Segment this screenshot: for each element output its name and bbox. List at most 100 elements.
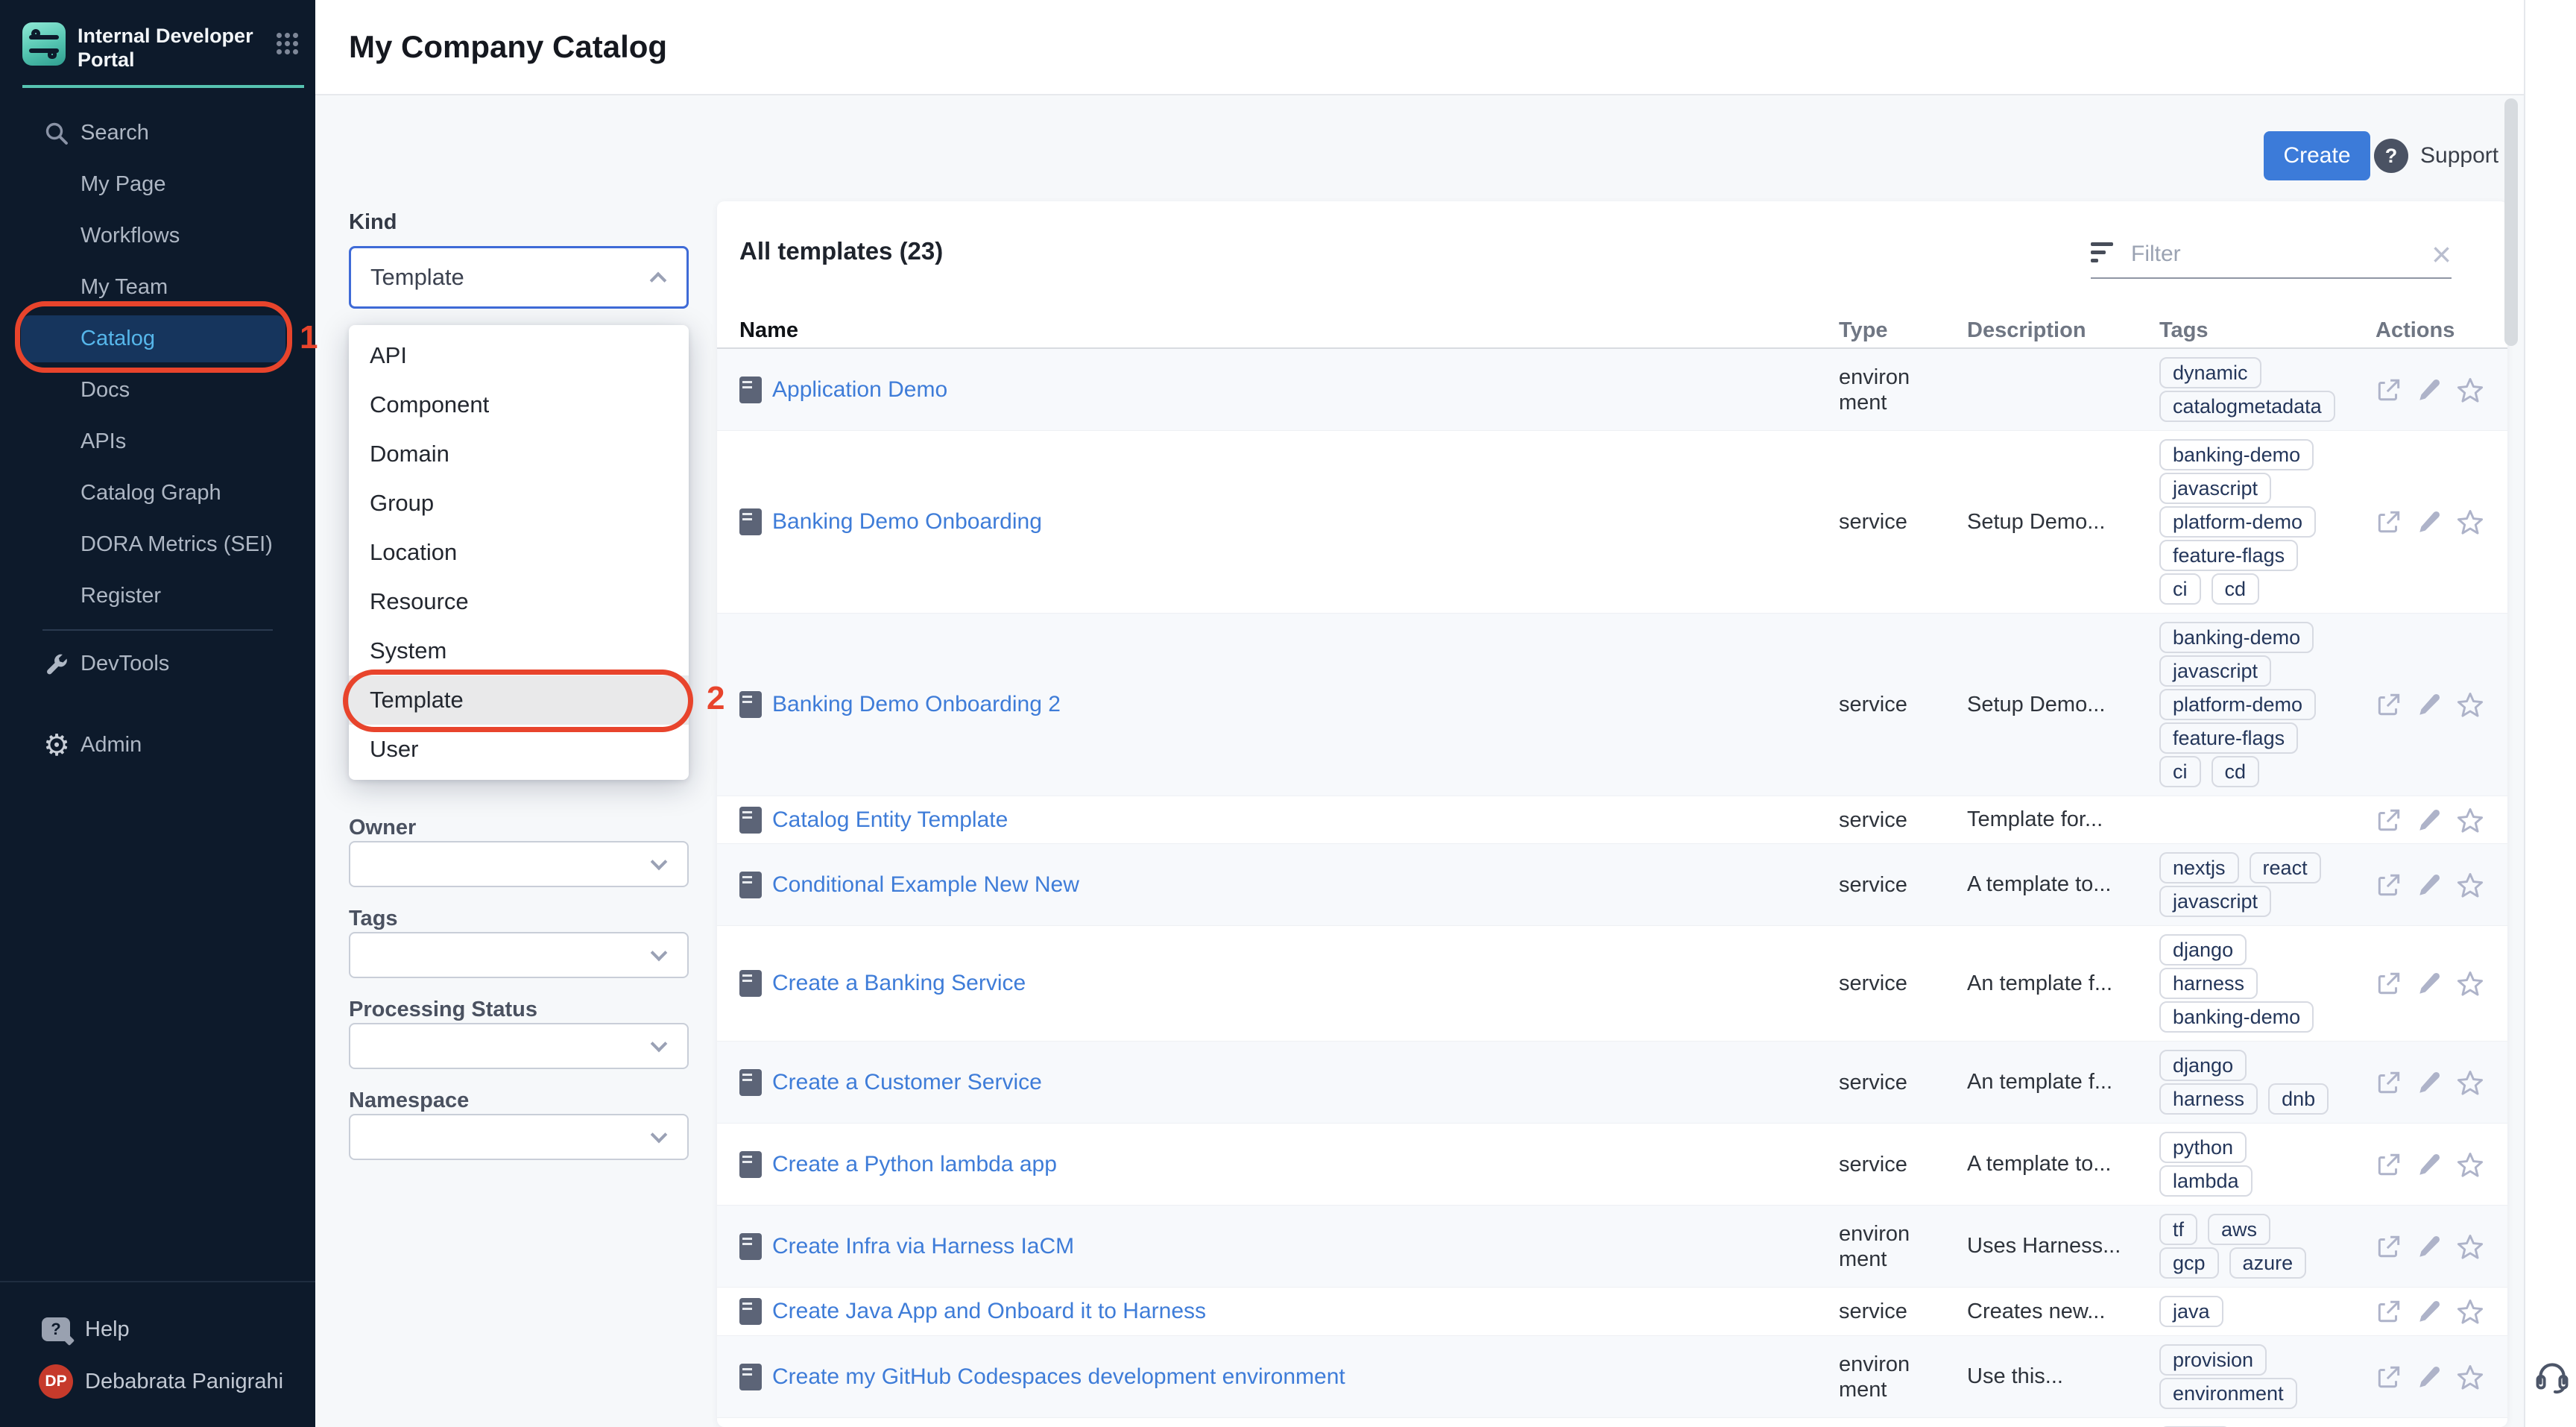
tag-line: banking-demo	[2159, 439, 2375, 470]
external-link-icon[interactable]	[2375, 807, 2402, 834]
type-value: service	[1839, 692, 1921, 717]
kind-option-api[interactable]: API	[349, 331, 689, 380]
entity-link[interactable]: Create my GitHub Codespaces development …	[772, 1364, 1345, 1390]
star-icon[interactable]	[2456, 376, 2484, 404]
chevron-down-icon	[651, 854, 668, 871]
description-cell: An template f...	[1967, 971, 2159, 996]
external-link-icon[interactable]	[2375, 377, 2402, 403]
star-icon[interactable]	[2456, 1232, 2484, 1261]
external-link-icon[interactable]	[2375, 691, 2402, 718]
star-icon[interactable]	[2456, 1297, 2484, 1326]
sidebar-item-docs[interactable]: Docs	[0, 365, 315, 416]
entity-link[interactable]: Conditional Example New New	[772, 872, 1079, 898]
filter-select-tags[interactable]	[349, 932, 689, 978]
edit-pencil-icon[interactable]	[2416, 1151, 2443, 1178]
entity-link[interactable]: Banking Demo Onboarding 2	[772, 692, 1061, 717]
create-button[interactable]: Create	[2264, 131, 2370, 180]
star-icon[interactable]	[2456, 1150, 2484, 1179]
star-icon[interactable]	[2456, 690, 2484, 719]
kind-combobox[interactable]: Template	[349, 246, 689, 309]
kind-option-group[interactable]: Group	[349, 479, 689, 528]
support-button[interactable]: ? Support	[2374, 131, 2498, 180]
entity-link[interactable]: Application Demo	[772, 377, 947, 403]
entity-link[interactable]: Create Infra via Harness IaCM	[772, 1234, 1074, 1259]
external-link-icon[interactable]	[2375, 970, 2402, 997]
tag-line: javascript	[2159, 886, 2375, 917]
entity-link[interactable]: Create a Customer Service	[772, 1070, 1042, 1095]
external-link-icon[interactable]	[2375, 872, 2402, 898]
sidebar-item-workflows[interactable]: Workflows	[0, 210, 315, 262]
support-headset-icon[interactable]	[2533, 1357, 2572, 1399]
kind-option-system[interactable]: System	[349, 626, 689, 675]
edit-pencil-icon[interactable]	[2416, 1364, 2443, 1390]
edit-pencil-icon[interactable]	[2416, 807, 2443, 834]
edit-pencil-icon[interactable]	[2416, 1233, 2443, 1260]
sidebar-item-catalog-graph[interactable]: Catalog Graph	[0, 467, 315, 519]
star-icon[interactable]	[2456, 969, 2484, 998]
kind-option-location[interactable]: Location	[349, 528, 689, 577]
clear-filter-icon[interactable]: ×	[2431, 237, 2452, 271]
entity-link[interactable]: Create a Python lambda app	[772, 1152, 1057, 1177]
edit-pencil-icon[interactable]	[2416, 1069, 2443, 1096]
type-cell: service	[1839, 872, 1967, 898]
name-cell: Create a Python lambda app	[739, 1151, 1839, 1178]
sidebar-item-label: Register	[80, 584, 161, 608]
description-cell: Creates new...	[1967, 1300, 2159, 1324]
sidebar-item-catalog[interactable]: Catalog	[0, 313, 315, 365]
tag-line: lambda	[2159, 1165, 2375, 1197]
sidebar-item-dora-metrics-sei[interactable]: DORA Metrics (SEI)	[0, 519, 315, 570]
external-link-icon[interactable]	[2375, 1233, 2402, 1260]
edit-pencil-icon[interactable]	[2416, 1298, 2443, 1325]
filter-select-namespace[interactable]	[349, 1114, 689, 1160]
actions-cell	[2375, 1232, 2487, 1261]
sidebar-item-apis[interactable]: APIs	[0, 416, 315, 467]
sidebar-item-register[interactable]: Register	[0, 570, 315, 622]
edit-pencil-icon[interactable]	[2416, 377, 2443, 403]
kind-combobox-value: Template	[370, 264, 652, 291]
kind-option-resource[interactable]: Resource	[349, 577, 689, 626]
star-icon[interactable]	[2456, 1363, 2484, 1391]
apps-grid-icon[interactable]	[277, 33, 297, 57]
edit-pencil-icon[interactable]	[2416, 872, 2443, 898]
edit-pencil-icon[interactable]	[2416, 508, 2443, 535]
edit-pencil-icon[interactable]	[2416, 970, 2443, 997]
name-cell: Create Infra via Harness IaCM	[739, 1233, 1839, 1260]
tag-line: django	[2159, 934, 2375, 965]
sidebar-item-admin[interactable]: ⚙Admin	[0, 719, 315, 771]
edit-pencil-icon[interactable]	[2416, 691, 2443, 718]
chevron-down-icon	[651, 1127, 668, 1144]
external-link-icon[interactable]	[2375, 1364, 2402, 1390]
external-link-icon[interactable]	[2375, 1298, 2402, 1325]
external-link-icon[interactable]	[2375, 508, 2402, 535]
kind-option-domain[interactable]: Domain	[349, 429, 689, 479]
kind-option-template[interactable]: Template	[349, 675, 689, 725]
filter-select-owner[interactable]	[349, 841, 689, 887]
filter-select-processing-status[interactable]	[349, 1023, 689, 1069]
tag-chip: ci	[2159, 573, 2201, 605]
kind-option-user[interactable]: User	[349, 725, 689, 774]
star-icon[interactable]	[2456, 871, 2484, 899]
user-menu[interactable]: DP Debabrata Panigrahi	[0, 1355, 315, 1408]
entity-link[interactable]: Catalog Entity Template	[772, 807, 1008, 833]
entity-link[interactable]: Banking Demo Onboarding	[772, 509, 1042, 535]
tag-line: provision	[2159, 1344, 2375, 1376]
kind-dropdown-menu: APIComponentDomainGroupLocationResourceS…	[349, 325, 689, 780]
kind-option-component[interactable]: Component	[349, 380, 689, 429]
kind-filter-label: Kind	[349, 210, 397, 235]
entity-link[interactable]: Create a Banking Service	[772, 971, 1026, 996]
star-icon[interactable]	[2456, 1068, 2484, 1097]
sidebar-item-devtools[interactable]: DevTools	[0, 638, 315, 690]
sidebar-item-my-page[interactable]: My Page	[0, 159, 315, 210]
entity-link[interactable]: Create Java App and Onboard it to Harnes…	[772, 1299, 1206, 1324]
sidebar-item-search[interactable]: Search	[0, 107, 315, 159]
tag-chip: platform-demo	[2159, 506, 2316, 538]
star-icon[interactable]	[2456, 806, 2484, 834]
external-link-icon[interactable]	[2375, 1069, 2402, 1096]
star-icon[interactable]	[2456, 508, 2484, 536]
scrollbar[interactable]	[2504, 98, 2518, 346]
table-filter-input[interactable]	[2131, 242, 2424, 267]
tag-chip: react	[2250, 852, 2321, 883]
sidebar-item-my-team[interactable]: My Team	[0, 262, 315, 313]
sidebar-item-help[interactable]: ? Help	[0, 1303, 315, 1355]
external-link-icon[interactable]	[2375, 1151, 2402, 1178]
